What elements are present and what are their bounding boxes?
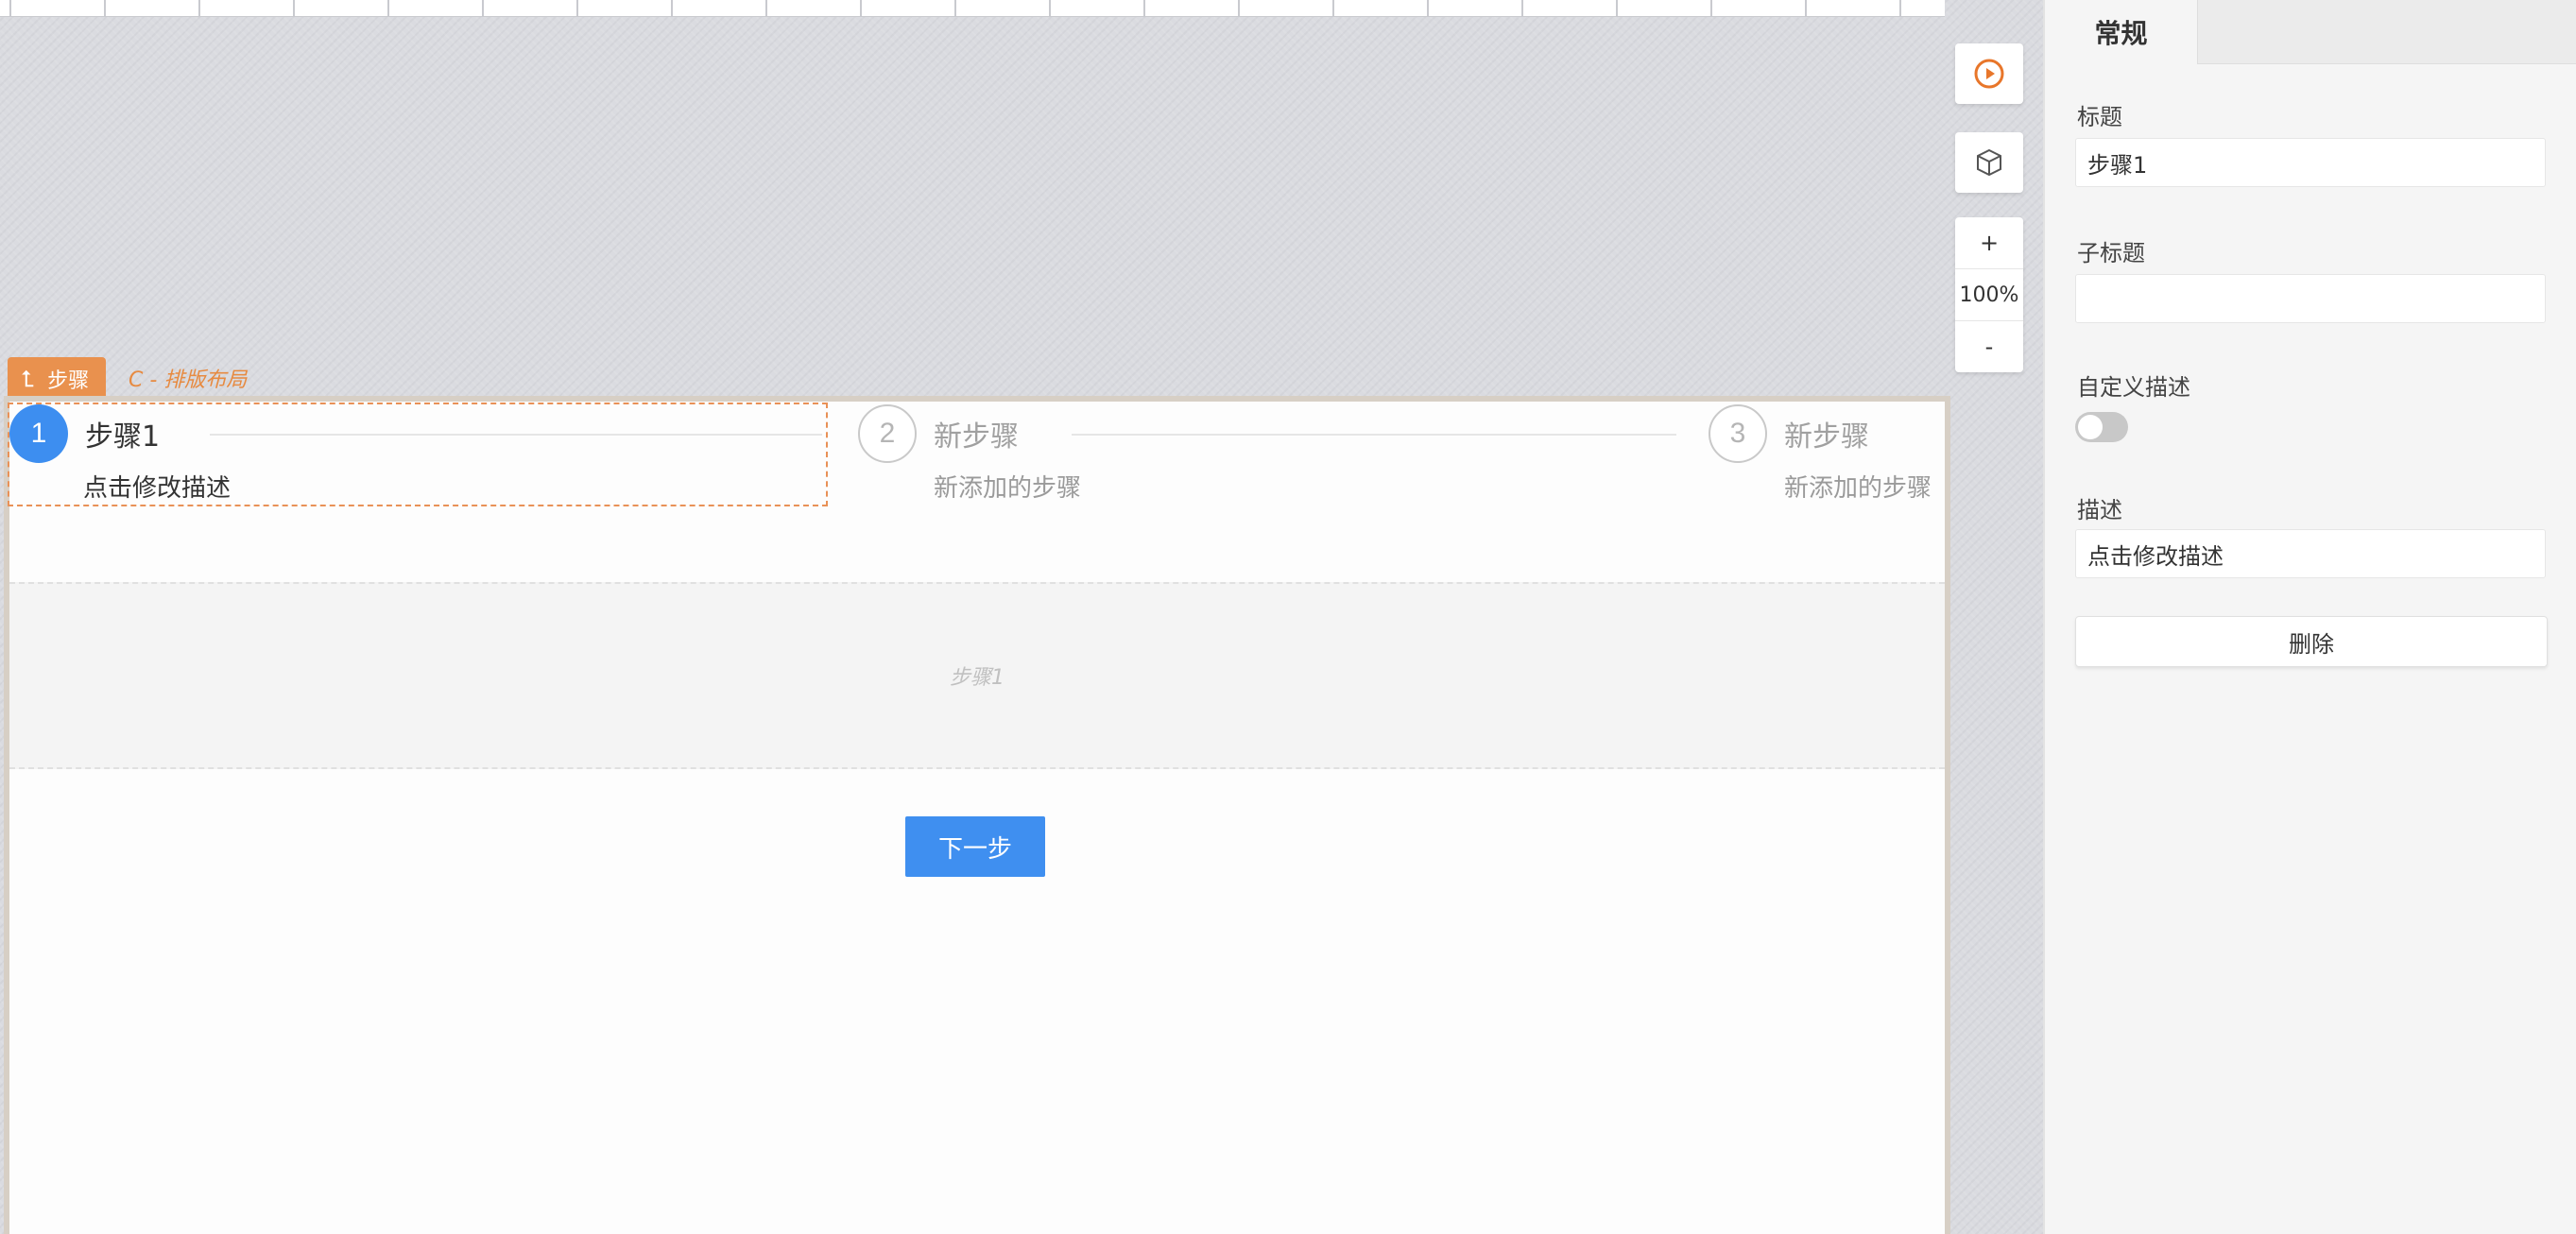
step-content-placeholder: 步骤1 [950, 666, 1005, 690]
zoom-control: + 100% - [1955, 217, 2023, 372]
step-title-1: 步骤1 [85, 420, 161, 454]
step-number-1: 1 [9, 404, 68, 463]
step-title-2: 新步骤 [934, 420, 1019, 454]
step-connector-1 [210, 434, 822, 436]
zoom-in-button[interactable]: + [1955, 217, 2023, 268]
step-desc-3: 新添加的步骤 [1784, 474, 1932, 503]
next-step-button[interactable]: 下一步 [905, 816, 1045, 877]
top-ruler [0, 0, 1945, 17]
step-title-3: 新步骤 [1784, 420, 1869, 454]
zoom-out-button[interactable]: - [1955, 321, 2023, 372]
step-item-1[interactable]: 1 步骤1 [9, 404, 160, 463]
delete-button[interactable]: 删除 [2075, 616, 2548, 667]
preview-button[interactable] [1955, 43, 2023, 104]
step-desc-1: 点击修改描述 [83, 474, 232, 503]
design-canvas[interactable]: ⮤ 步骤 C - 排版布局 1 步骤1 点击修改描述 2 新步骤 新添加的步骤 … [0, 0, 2043, 1234]
custom-desc-label: 自定义描述 [2077, 374, 2190, 401]
component-button[interactable] [1955, 132, 2023, 193]
play-circle-icon [1974, 59, 2004, 89]
step-desc-2: 新添加的步骤 [934, 474, 1082, 503]
zoom-level: 100% [1955, 268, 2023, 321]
property-panel: 常规 标题 子标题 自定义描述 描述 删除 [2043, 0, 2576, 1234]
toggle-knob [2078, 415, 2103, 439]
step-number-2: 2 [858, 404, 917, 463]
step-item-3[interactable]: 3 新步骤 [1709, 404, 1869, 463]
step-item-2[interactable]: 2 新步骤 [858, 404, 1019, 463]
select-parent-icon[interactable]: ⮤ [21, 366, 34, 392]
step-connector-2 [1072, 434, 1676, 436]
desc-input[interactable] [2075, 529, 2546, 578]
step-content-zone[interactable]: 步骤1 [9, 582, 1945, 769]
panel-tabs: 常规 [2045, 0, 2576, 64]
component-path: C - 排版布局 [129, 368, 248, 392]
selected-component-label: 步骤 [47, 369, 90, 393]
desc-label: 描述 [2077, 497, 2122, 523]
title-label: 标题 [2077, 104, 2122, 130]
title-input[interactable] [2075, 138, 2546, 187]
custom-desc-toggle[interactable] [2075, 412, 2128, 442]
page-frame [4, 396, 1950, 1234]
step-number-3: 3 [1709, 404, 1767, 463]
subtitle-label: 子标题 [2077, 240, 2145, 266]
cube-icon [1977, 148, 2001, 177]
subtitle-input[interactable] [2075, 274, 2546, 323]
selected-component-tag[interactable]: ⮤ 步骤 [8, 357, 107, 401]
tab-general[interactable]: 常规 [2045, 0, 2198, 64]
